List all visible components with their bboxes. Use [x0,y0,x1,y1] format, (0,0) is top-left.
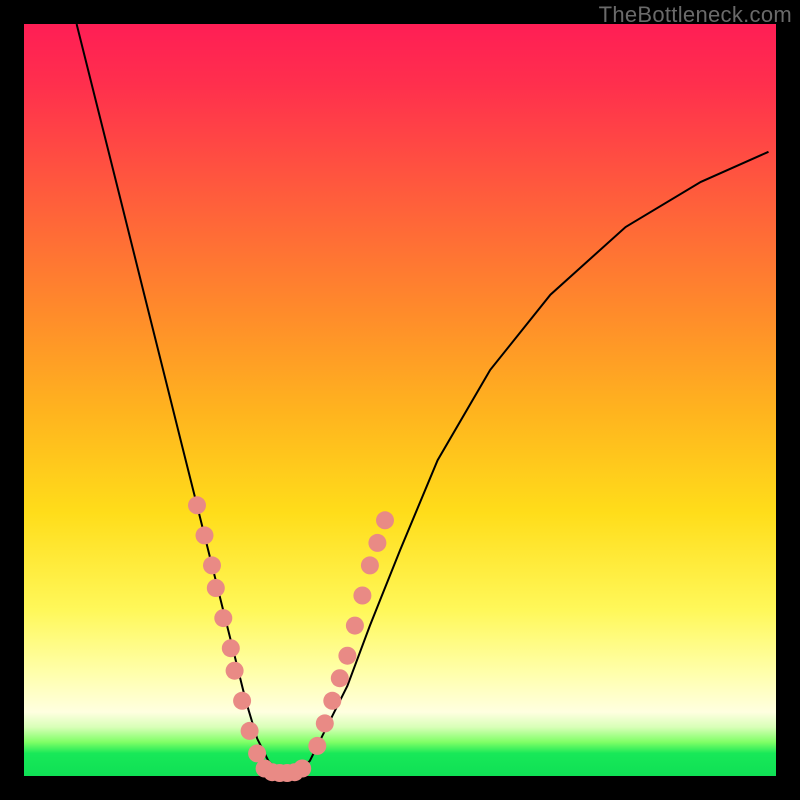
data-dot [214,609,232,627]
data-dot [241,722,259,740]
plot-area [24,24,776,776]
data-dot [323,692,341,710]
data-dot [222,639,240,657]
chart-frame: TheBottleneck.com [0,0,800,800]
data-dot [203,556,221,574]
data-dot [293,760,311,778]
data-dots [188,496,394,782]
data-dot [196,526,214,544]
data-dot [338,647,356,665]
chart-svg [24,24,776,776]
data-dot [207,579,225,597]
data-dot [316,714,334,732]
data-dot [308,737,326,755]
data-dot [376,511,394,529]
data-dot [361,556,379,574]
data-dot [346,617,364,635]
data-dot [188,496,206,514]
data-dot [353,587,371,605]
data-dot [368,534,386,552]
data-dot [233,692,251,710]
bottleneck-curve [77,24,769,772]
data-dot [226,662,244,680]
data-dot [331,669,349,687]
watermark-text: TheBottleneck.com [599,2,792,28]
